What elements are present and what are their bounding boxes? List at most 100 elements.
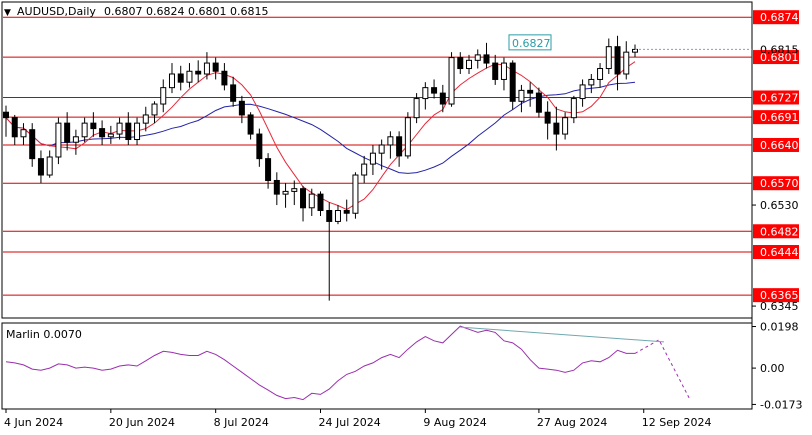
candle-body[interactable] bbox=[177, 73, 184, 83]
candle-body[interactable] bbox=[474, 54, 481, 61]
candle-body[interactable] bbox=[439, 92, 446, 105]
level-price-label: 0.6640 bbox=[760, 139, 799, 152]
candle-body[interactable] bbox=[597, 68, 604, 80]
candle-body[interactable] bbox=[3, 111, 9, 119]
level-price-label: 0.6444 bbox=[760, 246, 799, 259]
candle-body[interactable] bbox=[570, 98, 577, 119]
price-tick-label: 0.6530 bbox=[760, 199, 799, 212]
candle-body[interactable] bbox=[107, 133, 114, 138]
candle-body[interactable] bbox=[142, 114, 149, 124]
candle-body[interactable] bbox=[81, 122, 88, 138]
candle-body[interactable] bbox=[518, 89, 525, 102]
candle-body[interactable] bbox=[378, 144, 385, 154]
candle-body[interactable] bbox=[300, 188, 307, 209]
candlestick-series[interactable] bbox=[3, 35, 638, 301]
candle-body[interactable] bbox=[72, 136, 79, 143]
candle-body[interactable] bbox=[500, 62, 507, 80]
candle-body[interactable] bbox=[413, 98, 420, 119]
price-tick-label: 0.6345 bbox=[760, 300, 799, 313]
candle-body[interactable] bbox=[186, 70, 193, 83]
level-price-label: 0.6691 bbox=[760, 111, 799, 124]
marlin-trendline[interactable] bbox=[460, 326, 665, 343]
candle-body[interactable] bbox=[527, 89, 534, 94]
candle-body[interactable] bbox=[273, 179, 280, 195]
level-price-label: 0.6727 bbox=[760, 91, 799, 104]
candle-body[interactable] bbox=[509, 62, 516, 102]
candle-body[interactable] bbox=[579, 84, 586, 100]
candle-body[interactable] bbox=[195, 70, 202, 75]
candle-body[interactable] bbox=[64, 122, 71, 143]
candle-body[interactable] bbox=[562, 117, 569, 135]
time-tick-label: 27 Aug 2024 bbox=[537, 416, 607, 429]
level-price-label: 0.6570 bbox=[760, 177, 799, 190]
indicator-pane-frame bbox=[1, 322, 753, 410]
candle-body[interactable] bbox=[492, 62, 499, 80]
candle-body[interactable] bbox=[369, 152, 376, 165]
candle-body[interactable] bbox=[544, 111, 551, 124]
time-tick-label: 9 Aug 2024 bbox=[423, 416, 486, 429]
candle-body[interactable] bbox=[605, 46, 612, 70]
marlin-line[interactable] bbox=[5, 325, 635, 401]
indicator-label: Marlin 0.0070 bbox=[6, 328, 82, 341]
candle-body[interactable] bbox=[125, 122, 132, 141]
candle-body[interactable] bbox=[553, 122, 560, 135]
candle-body[interactable] bbox=[20, 129, 27, 138]
candle-body[interactable] bbox=[588, 78, 595, 86]
candle-body[interactable] bbox=[238, 100, 245, 116]
candle-body[interactable] bbox=[396, 136, 403, 157]
candle-body[interactable] bbox=[99, 128, 106, 138]
candle-body[interactable] bbox=[483, 54, 490, 64]
high-callout: 0.6827 bbox=[508, 34, 552, 51]
ohlc-high: 0.6824 bbox=[146, 5, 185, 18]
candle-body[interactable] bbox=[535, 92, 542, 113]
level-price-label: 0.6874 bbox=[760, 11, 799, 24]
candle-body[interactable] bbox=[203, 62, 210, 75]
current-price-label: 0.6815 bbox=[760, 43, 799, 56]
ohlc-low: 0.6801 bbox=[188, 5, 227, 18]
candle-body[interactable] bbox=[46, 156, 53, 176]
time-axis: 4 Jun 2024 20 Jun 2024 8 Jul 2024 24 Jul 20… bbox=[4, 409, 711, 429]
candle-body[interactable] bbox=[256, 133, 263, 160]
candle-body[interactable] bbox=[387, 136, 394, 146]
candle-body[interactable] bbox=[291, 188, 298, 192]
candle-body[interactable] bbox=[116, 122, 123, 135]
candle-body[interactable] bbox=[334, 210, 341, 222]
candle-body[interactable] bbox=[457, 57, 464, 70]
time-tick-label: 12 Sep 2024 bbox=[642, 416, 712, 429]
candle-body[interactable] bbox=[265, 158, 272, 181]
candle-body[interactable] bbox=[326, 210, 333, 222]
time-tick-label: 24 Jul 2024 bbox=[319, 416, 381, 429]
candle-body[interactable] bbox=[168, 73, 175, 89]
candle-body[interactable] bbox=[90, 122, 97, 130]
candle-body[interactable] bbox=[422, 87, 429, 100]
candle-body[interactable] bbox=[466, 59, 473, 70]
candle-body[interactable] bbox=[352, 174, 359, 214]
level-price-label: 0.6482 bbox=[760, 225, 799, 238]
dropdown-arrow-icon[interactable]: ▼ bbox=[4, 8, 11, 18]
candle-body[interactable] bbox=[404, 117, 411, 157]
candle-body[interactable] bbox=[134, 122, 141, 141]
candle-body[interactable] bbox=[623, 51, 630, 75]
chart-window[interactable]: 0.6874 0.6801 0.6727 0.6691 0.6640 0.6570 0.64… bbox=[0, 0, 812, 435]
candle-body[interactable] bbox=[151, 103, 158, 116]
candle-body[interactable] bbox=[247, 114, 254, 135]
candle-body[interactable] bbox=[317, 193, 324, 212]
candle-body[interactable] bbox=[29, 129, 36, 160]
candle-body[interactable] bbox=[37, 158, 44, 176]
candle-body[interactable] bbox=[343, 210, 350, 214]
candle-body[interactable] bbox=[230, 84, 237, 102]
ohlc-open: 0.6807 bbox=[104, 5, 143, 18]
candle-body[interactable] bbox=[614, 46, 621, 75]
candle-body[interactable] bbox=[431, 87, 438, 94]
candle-body[interactable] bbox=[55, 122, 62, 158]
marlin-indicator[interactable]: Marlin 0.0070 0.0198 0.00 -0.0173 bbox=[5, 321, 802, 412]
candle-body[interactable] bbox=[160, 87, 167, 105]
candle-body[interactable] bbox=[11, 117, 18, 138]
candle-body[interactable] bbox=[361, 163, 368, 176]
indicator-tick-label: -0.0173 bbox=[760, 398, 802, 411]
candle-body[interactable] bbox=[221, 70, 228, 86]
candle-body[interactable] bbox=[212, 62, 219, 72]
candle-body[interactable] bbox=[448, 57, 455, 105]
candle-body[interactable] bbox=[308, 193, 315, 209]
candle-body[interactable] bbox=[282, 190, 289, 195]
